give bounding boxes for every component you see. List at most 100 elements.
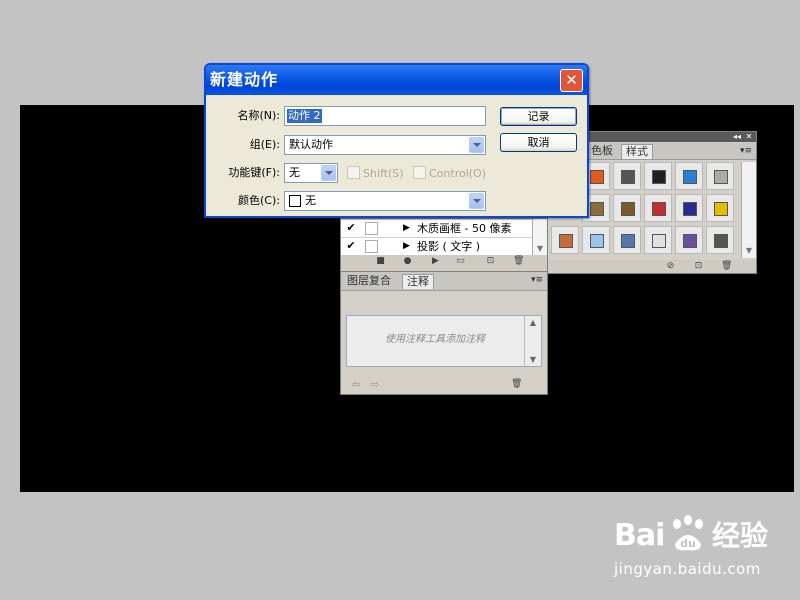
collapse-icon[interactable]: ◂◂ [732,132,742,142]
style-swatch-preview [590,202,604,216]
tab-layer-comps[interactable]: 图层复合 [343,274,395,288]
expand-arrow-icon[interactable]: ▶ [403,240,410,252]
style-swatch[interactable] [582,226,610,254]
control-checkbox[interactable]: Control(O) [413,166,486,181]
delete-style-icon[interactable]: 🗑 [721,261,732,272]
style-swatch-preview [714,170,728,184]
next-note-icon[interactable]: ⇨ [368,378,382,392]
dialog-title-bar[interactable]: 新建动作 ✕ [206,65,587,95]
expand-arrow-icon[interactable]: ▶ [403,222,410,234]
panel-menu-icon[interactable]: ▾≡ [531,274,543,286]
action-name-value: 动作 2 [287,109,322,123]
dialog-toggle-box[interactable] [365,240,378,253]
new-action-dialog: 新建动作 ✕ 名称(N): 动作 2 组(E): 默认动作 功能键(F): 无 … [204,63,589,218]
notes-panel: 图层复合 注释 ▾≡ 使用注释工具添加注释 ▲ ▼ ⇦ ⇨ 🗑 [340,271,548,395]
style-swatch[interactable] [644,162,672,190]
notes-footer: ⇦ ⇨ 🗑 [341,376,547,394]
style-swatch-preview [683,202,697,216]
new-style-icon[interactable]: ⊡ [693,261,704,272]
actions-footer: ■ ● ▶ ▭ ⊡ 🗑 [341,255,547,270]
record-button[interactable]: 记录 [500,107,577,126]
new-set-icon[interactable]: ▭ [455,256,466,267]
stop-icon[interactable]: ■ [375,256,386,267]
style-swatch-preview [683,170,697,184]
function-key-select[interactable]: 无 [284,163,338,183]
style-swatch[interactable] [613,226,641,254]
style-swatch-preview [683,234,697,248]
close-panel-icon[interactable]: ✕ [744,132,754,142]
color-value: 无 [305,194,316,207]
scroll-up-icon[interactable]: ▲ [525,318,541,327]
action-row[interactable]: ✔ ▶ 投影 ( 文字 ) [341,238,533,256]
chevron-down-icon[interactable] [469,193,484,209]
style-swatch[interactable] [613,162,641,190]
group-label: 组(E): [249,138,280,151]
chevron-down-icon[interactable] [469,137,484,153]
group-select[interactable]: 默认动作 [284,135,486,155]
scroll-down-icon[interactable]: ▼ [742,246,756,258]
color-label: 颜色(C): [238,194,280,207]
notes-scrollbar[interactable]: ▲ ▼ [524,316,541,366]
style-swatch-preview [714,202,728,216]
style-swatch[interactable] [706,226,734,254]
style-swatch-preview [590,234,604,248]
delete-action-icon[interactable]: 🗑 [513,256,524,267]
new-action-icon[interactable]: ⊡ [485,256,496,267]
style-swatch[interactable] [675,162,703,190]
styles-footer: ⊘ ⊡ 🗑 [547,260,756,273]
style-swatch[interactable] [706,194,734,222]
action-label: 木质画框 - 50 像素 [417,222,512,235]
scroll-down-icon[interactable]: ▼ [533,244,547,253]
style-swatch-preview [714,234,728,248]
checkbox-box [347,166,360,179]
close-icon[interactable]: ✕ [560,69,583,92]
dialog-title: 新建动作 [210,70,279,89]
shift-label: Shift(S) [363,167,404,180]
style-swatch-preview [621,202,635,216]
color-select[interactable]: 无 [284,191,486,211]
style-swatch[interactable] [675,194,703,222]
cancel-button[interactable]: 取消 [500,133,577,152]
shift-checkbox[interactable]: Shift(S) [347,166,404,181]
style-swatch[interactable] [706,162,734,190]
style-swatch[interactable] [551,226,579,254]
style-swatch-preview [621,170,635,184]
function-key-label: 功能键(F): [228,166,280,179]
watermark-brand: Bai [614,518,665,553]
watermark-brand-suffix: du [680,537,696,550]
notes-text-area[interactable]: 使用注释工具添加注释 ▲ ▼ [346,315,542,367]
style-swatch[interactable] [644,194,672,222]
style-swatch-preview [652,202,666,216]
style-swatch[interactable] [644,226,672,254]
check-icon[interactable]: ✔ [345,240,357,252]
action-label: 投影 ( 文字 ) [417,240,481,253]
actions-scrollbar[interactable]: ▼ [532,219,547,255]
delete-note-icon[interactable]: 🗑 [511,379,522,390]
name-label: 名称(N): [237,109,280,122]
styles-scrollbar[interactable]: ▼ [741,162,756,258]
style-swatch-preview [590,170,604,184]
paw-logo-icon: du [667,514,711,556]
action-row[interactable]: ✔ ▶ 木质画框 - 50 像素 [341,220,533,238]
notes-placeholder: 使用注释工具添加注释 [385,334,485,345]
tab-swatches[interactable]: 色板 [587,144,617,158]
check-icon[interactable]: ✔ [345,222,357,234]
clear-style-icon[interactable]: ⊘ [665,261,676,272]
play-icon[interactable]: ▶ [430,256,441,267]
dialog-toggle-box[interactable] [365,222,378,235]
style-swatch-preview [652,170,666,184]
previous-note-icon[interactable]: ⇦ [349,378,363,392]
tab-notes[interactable]: 注释 [402,274,434,289]
panel-menu-icon[interactable]: ▾≡ [740,145,752,157]
checkbox-box [413,166,426,179]
record-icon[interactable]: ● [402,256,413,267]
style-swatch[interactable] [675,226,703,254]
tab-styles[interactable]: 样式 [621,144,653,159]
scroll-down-icon[interactable]: ▼ [525,355,541,364]
style-swatch[interactable] [613,194,641,222]
chevron-down-icon[interactable] [321,165,336,181]
watermark-url: jingyan.baidu.com [614,560,761,578]
action-name-input[interactable]: 动作 2 [284,106,486,126]
actions-panel: ✔ ▶ 木质画框 - 50 像素 ✔ ▶ 投影 ( 文字 ) ▼ ■ ● ▶ ▭… [340,218,548,272]
watermark-product: 经验 [712,519,769,552]
